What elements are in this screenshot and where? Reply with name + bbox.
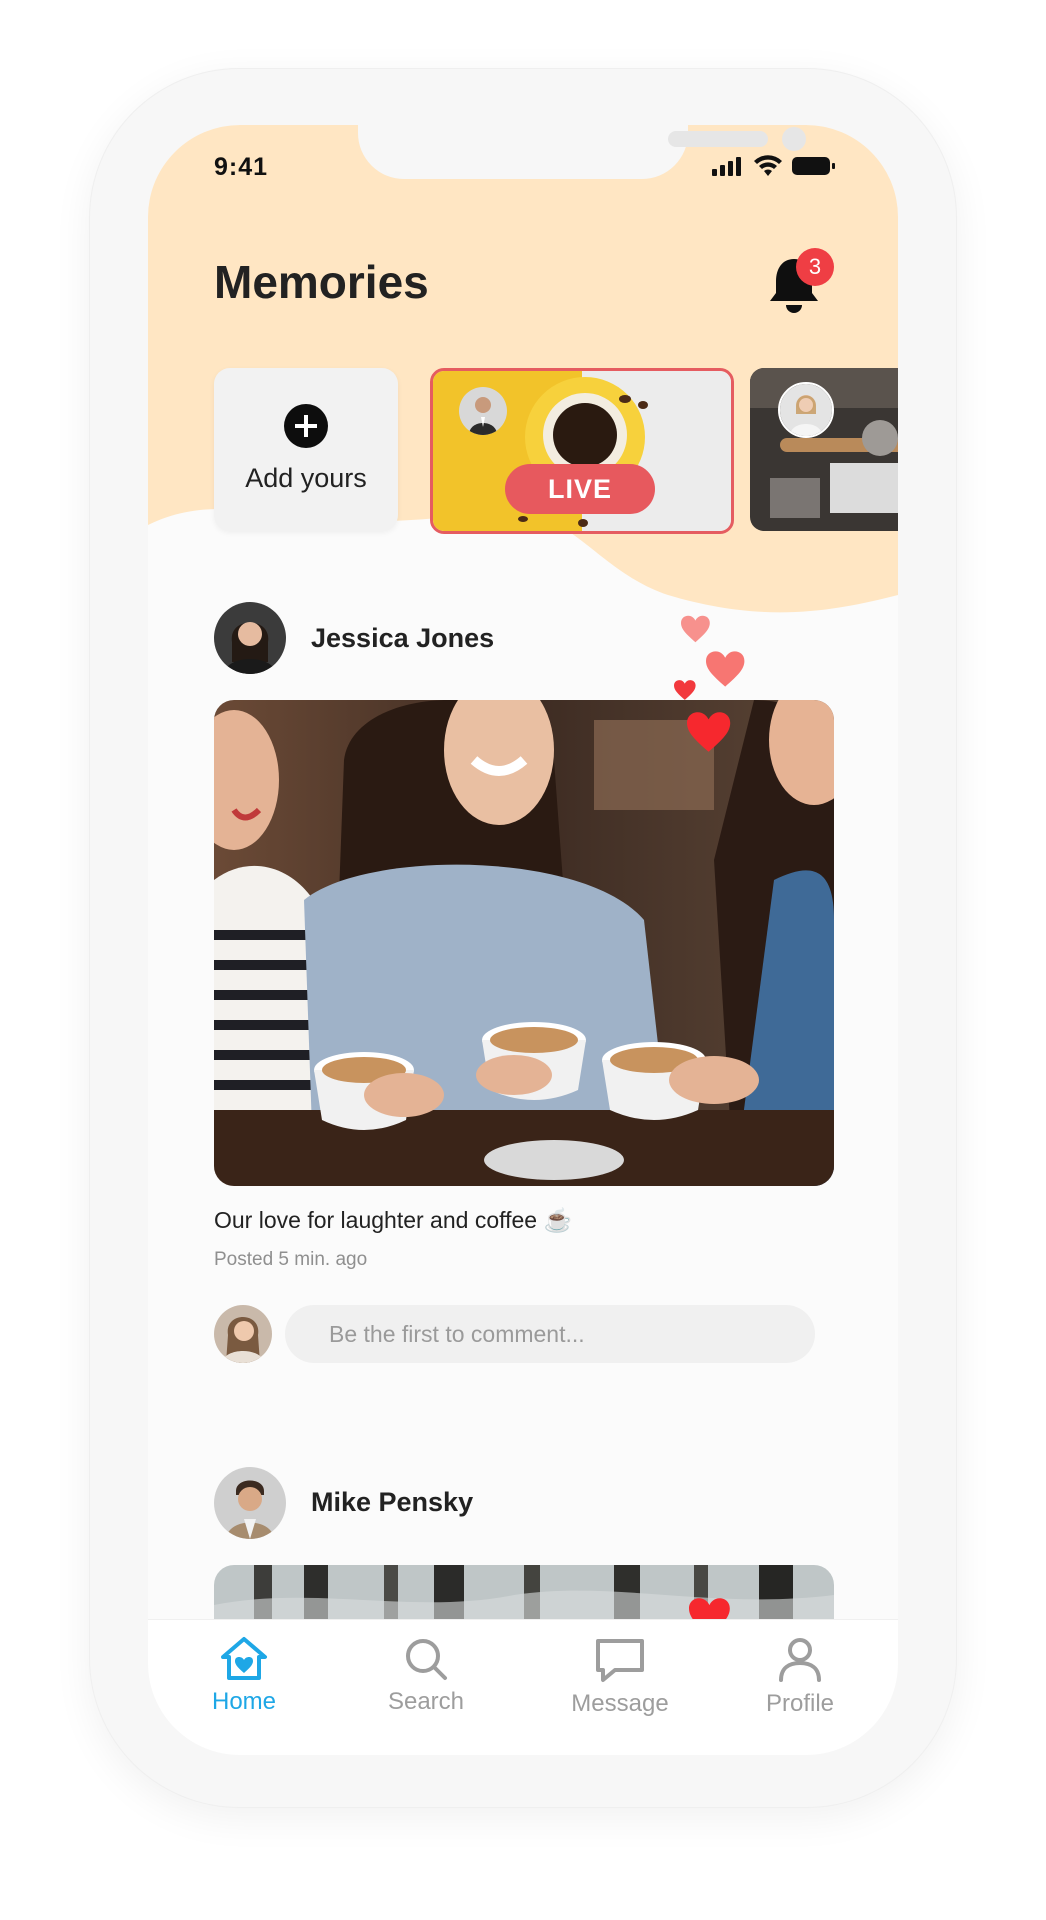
camera <box>782 127 806 151</box>
tab-message-label: Message <box>571 1690 669 1717</box>
wifi-icon <box>754 155 782 176</box>
tab-home[interactable]: Home <box>169 1636 319 1716</box>
notification-badge: 3 <box>796 248 834 286</box>
story-item[interactable] <box>750 368 898 531</box>
comment-input[interactable] <box>285 1305 815 1363</box>
story-avatar <box>778 382 834 438</box>
tab-search[interactable]: Search <box>351 1636 501 1716</box>
status-time: 9:41 <box>214 153 269 181</box>
profile-icon <box>779 1638 821 1682</box>
status-icons <box>712 155 836 177</box>
message-icon <box>596 1639 644 1682</box>
post-photo-art <box>214 700 834 1186</box>
app-screen: 9:41 Memories 3 Add yours LIVE Jessica J… <box>148 125 898 1755</box>
post-author-name[interactable]: Mike Pensky <box>311 1487 473 1518</box>
search-icon <box>406 1639 447 1680</box>
tab-home-label: Home <box>211 1688 277 1715</box>
signal-icon <box>712 157 741 176</box>
live-story[interactable]: LIVE <box>430 368 734 534</box>
home-icon <box>221 1637 267 1680</box>
add-story-button[interactable]: Add yours <box>214 368 398 531</box>
post-author-name[interactable]: Jessica Jones <box>311 623 494 654</box>
tab-message[interactable]: Message <box>545 1636 695 1718</box>
post-photo[interactable] <box>214 700 834 1186</box>
tab-profile[interactable]: Profile <box>725 1636 875 1718</box>
plus-icon <box>284 404 328 448</box>
speaker <box>668 131 768 147</box>
post-author-avatar[interactable] <box>214 1467 286 1539</box>
notch <box>358 125 806 179</box>
live-badge: LIVE <box>505 464 655 514</box>
bottom-tab-bar: Home Search Message Profile <box>148 1619 898 1755</box>
post-timestamp: Posted 5 min. ago <box>214 1249 368 1270</box>
post-caption: Our love for laughter and coffee ☕ <box>214 1207 573 1233</box>
tab-profile-label: Profile <box>765 1690 835 1717</box>
current-user-avatar <box>214 1305 272 1363</box>
post-author-avatar[interactable] <box>214 602 286 674</box>
add-story-label: Add yours <box>245 463 367 493</box>
battery-icon <box>792 157 835 175</box>
live-host-avatar <box>459 387 507 435</box>
page-title: Memories <box>214 256 429 308</box>
tab-search-label: Search <box>387 1688 465 1715</box>
